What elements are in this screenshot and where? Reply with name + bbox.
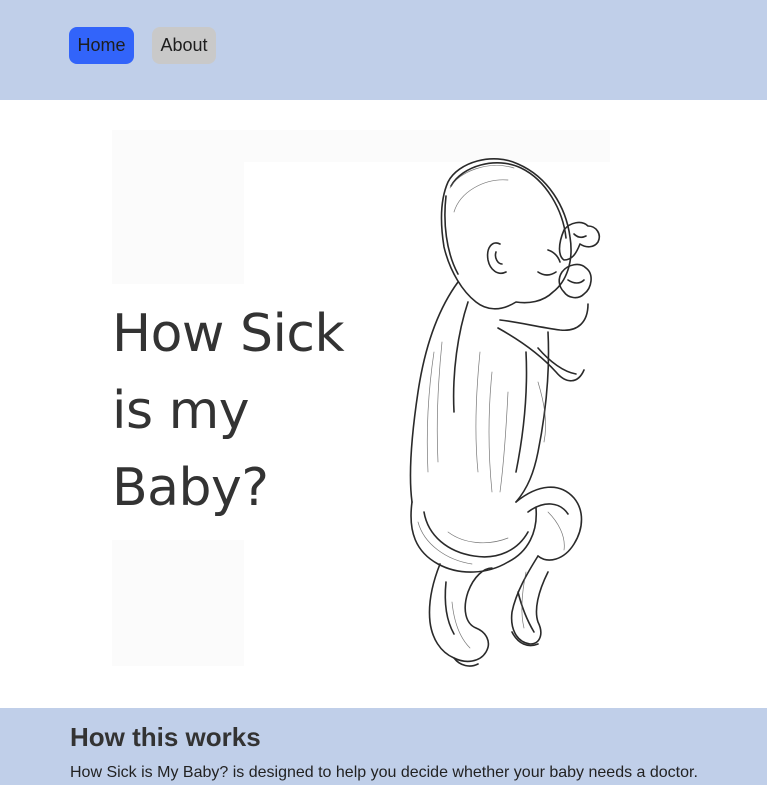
hero-shade-left-bottom bbox=[112, 540, 244, 666]
home-button[interactable]: Home bbox=[69, 27, 134, 64]
top-nav: Home About bbox=[0, 0, 767, 100]
how-it-works-section: How this works How Sick is My Baby? is d… bbox=[0, 708, 767, 785]
hero-title: How Sick is my Baby? bbox=[112, 296, 362, 527]
about-button[interactable]: About bbox=[152, 27, 216, 64]
hero-title-line-3: Baby? bbox=[112, 458, 269, 518]
hero-title-line-2: is my bbox=[112, 381, 250, 441]
sleeping-baby-illustration bbox=[409, 158, 601, 667]
how-it-works-body: How Sick is My Baby? is designed to help… bbox=[70, 764, 698, 781]
hero-shade-left-top bbox=[112, 162, 244, 284]
how-it-works-heading: How this works bbox=[70, 722, 261, 752]
hero-title-line-1: How Sick bbox=[112, 304, 345, 364]
hero-banner: How Sick is my Baby? bbox=[112, 130, 610, 667]
